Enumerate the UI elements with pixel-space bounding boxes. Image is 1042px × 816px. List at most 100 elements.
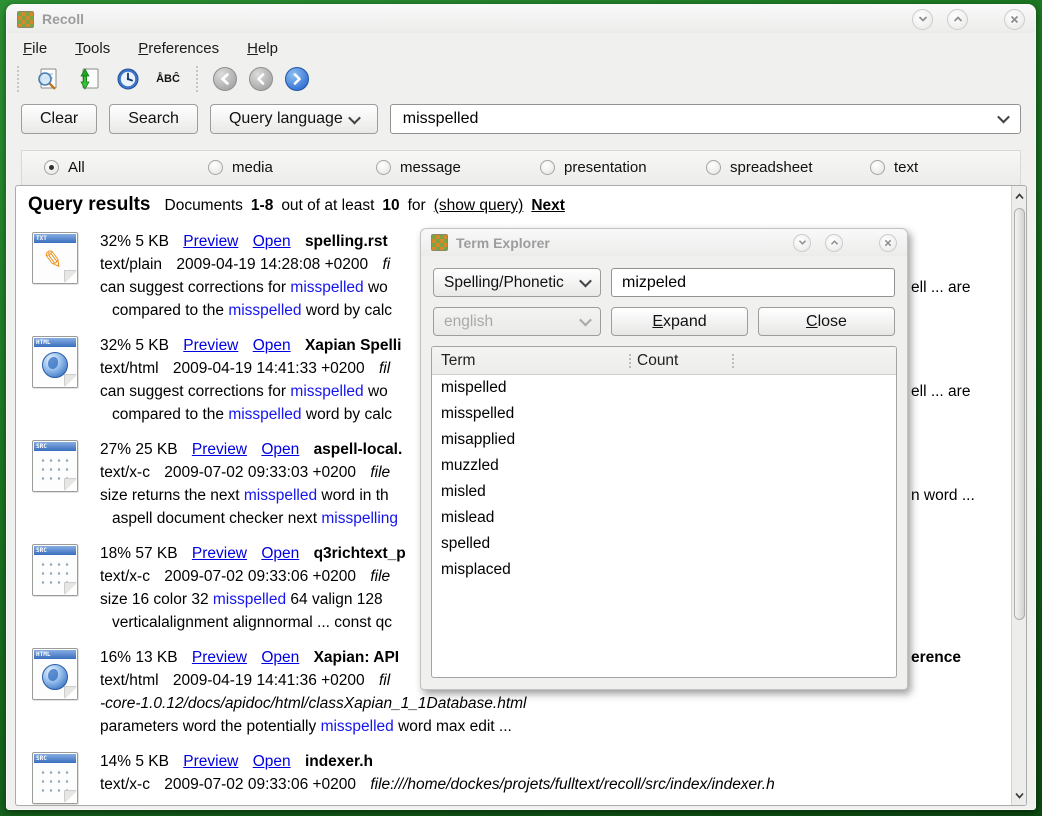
preview-link[interactable]: Preview — [183, 337, 238, 354]
dialog-maximize-button[interactable] — [825, 234, 843, 252]
term-row[interactable]: misplaced — [432, 557, 896, 583]
html-file-icon: HTML — [32, 336, 78, 388]
query-language-dropdown[interactable]: Query language — [210, 104, 378, 134]
desktop-background: Recoll File Tools Preferences Help — [0, 0, 1042, 816]
category-filter-bar: All media message presentation spreadshe… — [21, 150, 1021, 186]
chevron-up-icon — [1015, 193, 1024, 200]
preview-link[interactable]: Preview — [192, 545, 247, 562]
column-header-count[interactable]: Count — [637, 352, 678, 370]
term-row[interactable]: mispelled — [432, 375, 896, 401]
arrow-left-icon — [255, 73, 267, 85]
term-row[interactable]: muzzled — [432, 453, 896, 479]
scrollbar-thumb[interactable] — [1014, 208, 1025, 620]
open-link[interactable]: Open — [261, 649, 299, 666]
search-button[interactable]: Search — [109, 104, 198, 134]
arrow-left-icon — [219, 73, 231, 85]
show-query-link[interactable]: (show query) — [434, 197, 524, 215]
source-file-icon: SRC — [32, 752, 78, 804]
term-row[interactable]: misapplied — [432, 427, 896, 453]
open-link[interactable]: Open — [261, 441, 299, 458]
chevron-down-icon — [579, 314, 592, 327]
expand-button[interactable]: Expand — [611, 307, 748, 336]
close-dialog-button[interactable]: Close — [758, 307, 895, 336]
open-link[interactable]: Open — [253, 753, 291, 770]
previous-page-button[interactable] — [249, 67, 273, 91]
column-resize-handle[interactable] — [732, 354, 734, 368]
first-page-button[interactable] — [213, 67, 237, 91]
chevron-down-icon — [348, 111, 361, 124]
preview-link[interactable]: Preview — [192, 649, 247, 666]
chevron-down-icon — [798, 239, 807, 246]
clipped-snippet-fragment: ell ... are — [911, 380, 970, 403]
term-explorer-dialog: Term Explorer Spelling/Phonetic mizpeled — [420, 228, 908, 690]
next-page-link[interactable]: Next — [531, 197, 565, 215]
filter-radio-spreadsheet[interactable]: spreadsheet — [706, 159, 813, 176]
search-input[interactable]: misspelled — [390, 104, 1021, 134]
radio-icon — [706, 160, 721, 175]
chevron-down-icon — [997, 111, 1010, 124]
radio-icon — [540, 160, 555, 175]
clipped-snippet-fragment: ell ... are — [911, 276, 970, 299]
results-scrollbar[interactable] — [1011, 186, 1026, 805]
filter-radio-message[interactable]: message — [376, 159, 461, 176]
filter-radio-text[interactable]: text — [870, 159, 918, 176]
open-link[interactable]: Open — [253, 233, 291, 250]
open-link[interactable]: Open — [253, 337, 291, 354]
chevron-up-icon — [953, 15, 963, 23]
term-row[interactable]: misled — [432, 479, 896, 505]
sort-by-date-button[interactable] — [114, 65, 142, 93]
menu-tools[interactable]: Tools — [75, 40, 110, 57]
menu-help[interactable]: Help — [247, 40, 278, 57]
radio-icon — [44, 160, 59, 175]
results-header: Query results Documents 1-8 out of at le… — [28, 194, 565, 216]
document-preview-icon — [35, 66, 61, 92]
radio-icon — [208, 160, 223, 175]
preview-link[interactable]: Preview — [183, 753, 238, 770]
dialog-titlebar[interactable]: Term Explorer — [421, 229, 907, 256]
source-file-icon: SRC — [32, 440, 78, 492]
next-page-button[interactable] — [285, 67, 309, 91]
result-url: fil — [379, 360, 390, 377]
language-dropdown[interactable]: english — [433, 307, 601, 336]
filter-radio-presentation[interactable]: presentation — [540, 159, 647, 176]
result-url: fi — [382, 256, 390, 273]
minimize-button[interactable] — [912, 9, 933, 30]
expansion-mode-dropdown[interactable]: Spelling/Phonetic — [433, 268, 601, 297]
term-explorer-button[interactable]: ÅBĈ — [154, 65, 182, 93]
preview-link[interactable]: Preview — [183, 233, 238, 250]
filter-radio-media[interactable]: media — [208, 159, 273, 176]
results-title: Query results — [28, 194, 151, 216]
filter-radio-all[interactable]: All — [44, 159, 85, 176]
recoll-app-icon — [431, 234, 448, 251]
menu-file[interactable]: File — [23, 40, 47, 57]
term-input[interactable]: mizpeled — [611, 268, 895, 297]
term-row[interactable]: misspelled — [432, 401, 896, 427]
column-resize-handle[interactable] — [629, 354, 631, 368]
dialog-minimize-button[interactable] — [793, 234, 811, 252]
result-url: file — [370, 568, 390, 585]
dialog-close-button[interactable] — [879, 234, 897, 252]
result-title: Xapian Spelli — [305, 337, 401, 354]
term-row[interactable]: spelled — [432, 531, 896, 557]
text-file-icon: TXT ✎ — [32, 232, 78, 284]
radio-icon — [376, 160, 391, 175]
column-header-term[interactable]: Term — [432, 352, 475, 370]
scroll-down-button[interactable] — [1013, 787, 1026, 803]
maximize-button[interactable] — [947, 9, 968, 30]
close-button[interactable] — [1004, 9, 1025, 30]
radio-icon — [870, 160, 885, 175]
toolbar: ÅBĈ — [7, 62, 1035, 98]
main-titlebar[interactable]: Recoll — [7, 5, 1035, 33]
result-path: -core-1.0.12/docs/apidoc/html/classXapia… — [100, 695, 527, 712]
scroll-up-button[interactable] — [1013, 188, 1026, 204]
menu-preferences[interactable]: Preferences — [138, 40, 219, 57]
clear-button[interactable]: Clear — [21, 104, 97, 134]
clipped-snippet-fragment: n word ... — [911, 484, 975, 507]
toolbar-separator — [196, 66, 199, 92]
term-results-table: Term Count mispelled misspelled misappli… — [431, 346, 897, 678]
term-row[interactable]: mislead — [432, 505, 896, 531]
open-link[interactable]: Open — [261, 545, 299, 562]
preview-link[interactable]: Preview — [192, 441, 247, 458]
update-index-button[interactable] — [74, 65, 102, 93]
document-preview-button[interactable] — [34, 65, 62, 93]
